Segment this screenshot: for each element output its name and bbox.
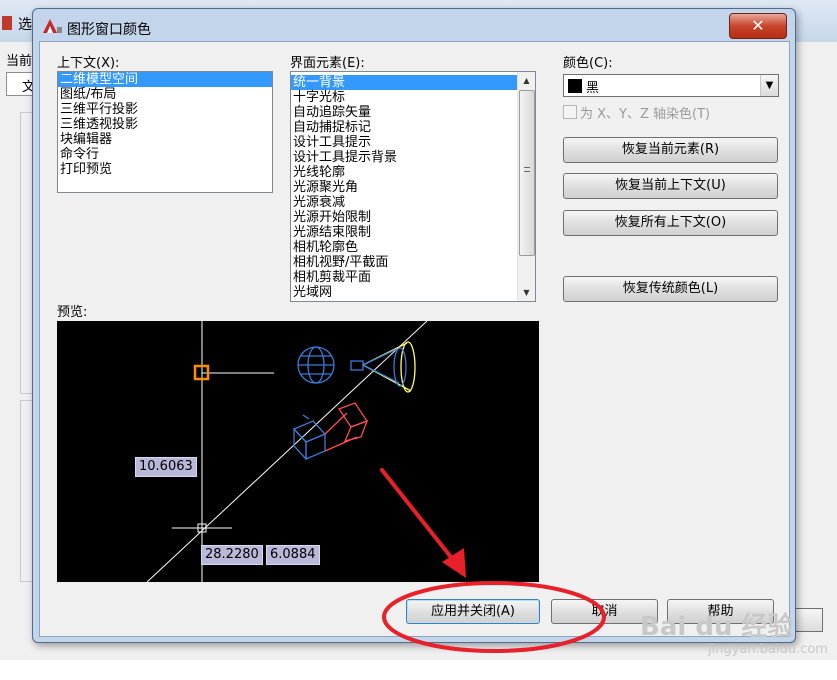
interface-element-item[interactable]: 光源衰减 xyxy=(291,195,517,210)
watermark-logo: Bai du 经验 xyxy=(640,612,794,642)
context-list-item[interactable]: 三维平行投影 xyxy=(58,102,272,117)
preview-label: 预览: xyxy=(57,305,88,320)
interface-element-item[interactable]: 统一背景 xyxy=(291,75,517,90)
context-listbox[interactable]: 二维模型空间 图纸/布局 三维平行投影 三维透视投影 块编辑器 命令行 打印预览 xyxy=(57,71,273,193)
context-list-item[interactable]: 三维透视投影 xyxy=(58,117,272,132)
interface-elements-scrollbar[interactable]: ▲ ▼ xyxy=(517,72,535,301)
context-list-item[interactable]: 二维模型空间 xyxy=(58,72,272,87)
dimension-input-1: 10.6063 xyxy=(135,457,197,477)
color-value: 黑 xyxy=(586,81,600,96)
interface-element-item[interactable]: 十字光标 xyxy=(291,90,517,105)
scroll-up-icon[interactable]: ▲ xyxy=(518,72,535,89)
restore-current-context-button[interactable]: 恢复当前上下文(U) xyxy=(563,173,778,199)
interface-element-item[interactable]: 自动追踪矢量 xyxy=(291,105,517,120)
autocad-logo-icon xyxy=(43,19,62,33)
apply-and-close-button[interactable]: 应用并关闭(A) xyxy=(406,599,540,624)
interface-elements-items: 统一背景 十字光标 自动追踪矢量 自动捕捉标记 设计工具提示 设计工具提示背景 光线轮廓 光源… xyxy=(291,75,517,300)
dimension-input-3: 6.0884 xyxy=(266,545,320,565)
app-icon xyxy=(2,16,12,30)
dimension-input-2: 28.2280 xyxy=(201,545,263,565)
close-button[interactable]: ✕ xyxy=(729,13,787,39)
color-swatch xyxy=(568,79,582,93)
context-list-item[interactable]: 命令行 xyxy=(58,147,272,162)
preview-canvas: 10.6063 28.2280 6.0884 xyxy=(57,321,539,582)
drawing-window-colors-dialog: 图形窗口颜色 ✕ 上下文(X): 二维模型空间 图纸/布局 三维平行投影 三维透视投影… xyxy=(32,8,796,643)
restore-classic-colors-button[interactable]: 恢复传统颜色(L) xyxy=(563,276,778,302)
interface-element-item[interactable]: 设计工具提示 xyxy=(291,135,517,150)
interface-elements-listbox[interactable]: 统一背景 十字光标 自动追踪矢量 自动捕捉标记 设计工具提示 设计工具提示背景 光线轮廓 光源… xyxy=(290,71,536,302)
context-list-item[interactable]: 打印预览 xyxy=(58,162,272,177)
interface-element-item[interactable]: 设计工具提示背景 xyxy=(291,150,517,165)
scroll-thumb[interactable] xyxy=(519,90,535,256)
interface-element-item[interactable]: 自动捕捉标记 xyxy=(291,120,517,135)
chevron-down-icon[interactable]: ▼ xyxy=(760,75,778,96)
color-combobox[interactable]: 黑 ▼ xyxy=(563,74,779,97)
tint-axes-checkbox[interactable] xyxy=(563,105,577,119)
restore-current-element-button[interactable]: 恢复当前元素(R) xyxy=(563,137,778,163)
dialog-client-area: 上下文(X): 二维模型空间 图纸/布局 三维平行投影 三维透视投影 块编辑器 命令行 打印… xyxy=(39,41,790,637)
preview-drawing xyxy=(146,321,428,582)
spotlight-icon xyxy=(350,341,416,393)
interface-element-item[interactable]: 相机视野/平截面 xyxy=(291,255,517,270)
interface-element-item[interactable]: 光线轮廓 xyxy=(291,165,517,180)
grip-icon xyxy=(524,167,530,172)
interface-element-item[interactable]: 相机轮廓色 xyxy=(291,240,517,255)
context-label: 上下文(X): xyxy=(57,56,120,71)
background-label: 当前 xyxy=(6,54,33,69)
tracking-vector xyxy=(146,321,428,582)
background-right-area xyxy=(795,60,837,640)
watermark-url: jingyan.baidu.com xyxy=(708,642,828,657)
scroll-down-icon[interactable]: ▼ xyxy=(518,284,535,301)
background-window-title: 选 xyxy=(18,17,32,33)
background-button[interactable] xyxy=(795,608,823,632)
restore-all-contexts-button[interactable]: 恢复所有上下文(O) xyxy=(563,210,778,236)
interface-element-item[interactable]: 相机剪裁平面 xyxy=(291,270,517,285)
interface-elements-label: 界面元素(E): xyxy=(290,56,365,71)
context-list-item[interactable]: 块编辑器 xyxy=(58,132,272,147)
dialog-title: 图形窗口颜色 xyxy=(67,22,151,38)
interface-element-item[interactable]: 光源开始限制 xyxy=(291,210,517,225)
interface-element-item[interactable]: 光源聚光角 xyxy=(291,180,517,195)
color-label: 颜色(C): xyxy=(563,56,613,71)
interface-element-item[interactable]: 光源结束限制 xyxy=(291,225,517,240)
context-list-item[interactable]: 图纸/布局 xyxy=(58,87,272,102)
point-light-icon xyxy=(297,346,335,384)
tint-axes-label: 为 X、Y、Z 轴染色(T) xyxy=(580,107,711,122)
interface-element-item[interactable]: 光域网 xyxy=(291,285,517,300)
